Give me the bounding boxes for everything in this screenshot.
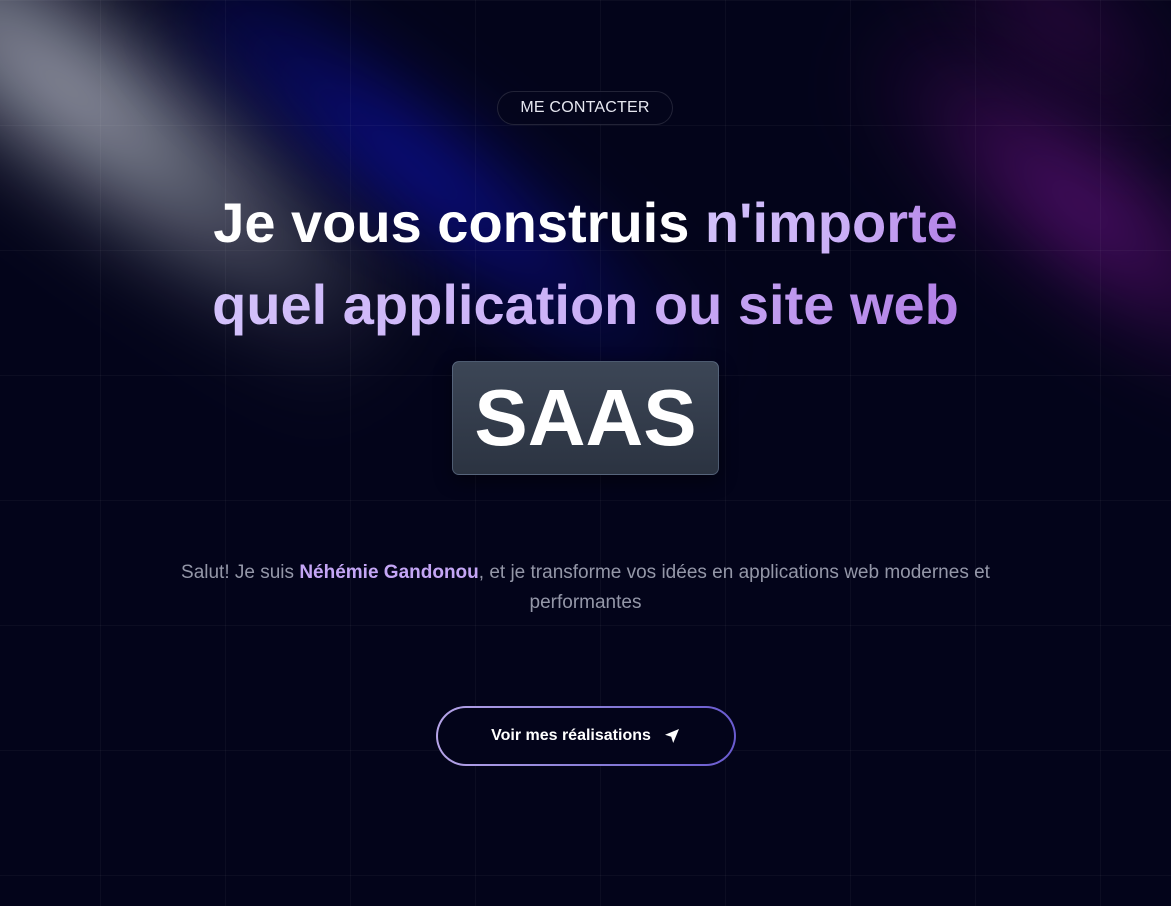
hero-headline: Je vous construis n'importe quel applicat…: [100, 182, 1071, 346]
send-arrow-icon: [663, 727, 681, 745]
intro-suffix: , et je transforme vos idées en applicat…: [478, 562, 990, 613]
view-projects-label: Voir mes réalisations: [491, 727, 651, 744]
hero-content: ME CONTACTER Je vous construis n'importe…: [0, 0, 1171, 906]
view-projects-button-inner[interactable]: Voir mes réalisations: [438, 708, 734, 764]
headline-accent-line1: n'importe: [704, 191, 958, 254]
rotating-word: SAAS: [474, 373, 697, 462]
contact-button[interactable]: ME CONTACTER: [497, 91, 673, 125]
headline-white-text: Je vous construis: [213, 191, 705, 254]
rotating-word-box: SAAS: [452, 361, 719, 475]
hero-page: ME CONTACTER Je vous construis n'importe…: [0, 0, 1171, 906]
view-projects-button[interactable]: Voir mes réalisations: [436, 706, 736, 766]
intro-prefix: Salut! Je suis: [181, 562, 300, 583]
intro-text: Salut! Je suis Néhémie Gandonou, et je t…: [150, 558, 1021, 618]
headline-accent-line2: quel application ou site web: [212, 273, 959, 336]
author-name: Néhémie Gandonou: [299, 562, 479, 583]
